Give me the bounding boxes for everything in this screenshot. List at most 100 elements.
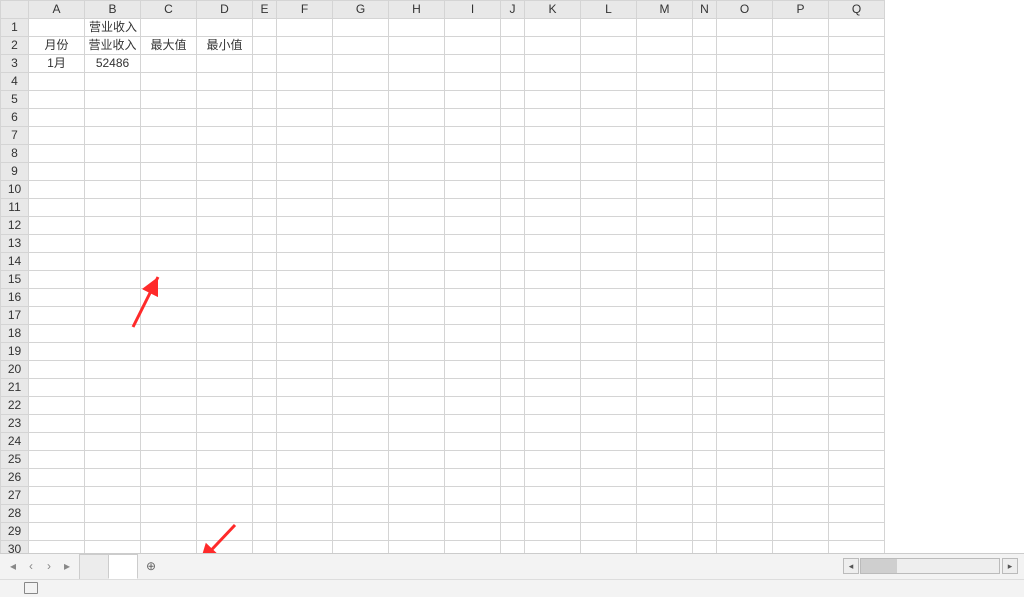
cell-L12[interactable] bbox=[581, 217, 637, 235]
cell-A13[interactable] bbox=[29, 235, 85, 253]
cell-F16[interactable] bbox=[277, 289, 333, 307]
cell-E19[interactable] bbox=[253, 343, 277, 361]
cell-G27[interactable] bbox=[333, 487, 389, 505]
cell-J25[interactable] bbox=[501, 451, 525, 469]
col-header-B[interactable]: B bbox=[85, 1, 141, 19]
cell-Q15[interactable] bbox=[829, 271, 885, 289]
cell-A3[interactable]: 1月 bbox=[29, 55, 85, 73]
cell-L5[interactable] bbox=[581, 91, 637, 109]
cell-G24[interactable] bbox=[333, 433, 389, 451]
cell-K28[interactable] bbox=[525, 505, 581, 523]
cell-D6[interactable] bbox=[197, 109, 253, 127]
cell-I10[interactable] bbox=[445, 181, 501, 199]
cell-E14[interactable] bbox=[253, 253, 277, 271]
col-header-I[interactable]: I bbox=[445, 1, 501, 19]
col-header-D[interactable]: D bbox=[197, 1, 253, 19]
row-header-18[interactable]: 18 bbox=[1, 325, 29, 343]
cell-F21[interactable] bbox=[277, 379, 333, 397]
cell-F5[interactable] bbox=[277, 91, 333, 109]
cell-C9[interactable] bbox=[141, 163, 197, 181]
cell-J13[interactable] bbox=[501, 235, 525, 253]
cell-M8[interactable] bbox=[637, 145, 693, 163]
cell-N17[interactable] bbox=[693, 307, 717, 325]
cell-N15[interactable] bbox=[693, 271, 717, 289]
cell-B15[interactable] bbox=[85, 271, 141, 289]
cell-C5[interactable] bbox=[141, 91, 197, 109]
cell-A30[interactable] bbox=[29, 541, 85, 553]
cell-C26[interactable] bbox=[141, 469, 197, 487]
cell-A16[interactable] bbox=[29, 289, 85, 307]
cell-O19[interactable] bbox=[717, 343, 773, 361]
cell-F24[interactable] bbox=[277, 433, 333, 451]
cell-A27[interactable] bbox=[29, 487, 85, 505]
cell-K18[interactable] bbox=[525, 325, 581, 343]
cell-D10[interactable] bbox=[197, 181, 253, 199]
cell-A2[interactable]: 月份 bbox=[29, 37, 85, 55]
cell-D21[interactable] bbox=[197, 379, 253, 397]
cell-J22[interactable] bbox=[501, 397, 525, 415]
row-header-7[interactable]: 7 bbox=[1, 127, 29, 145]
sheet-grid[interactable]: ABCDEFGHIJKLMNOPQ1营业收入2月份营业收入最大值最小值31月52… bbox=[0, 0, 1024, 553]
cell-B29[interactable] bbox=[85, 523, 141, 541]
cell-O8[interactable] bbox=[717, 145, 773, 163]
cell-A28[interactable] bbox=[29, 505, 85, 523]
cell-L25[interactable] bbox=[581, 451, 637, 469]
cell-F19[interactable] bbox=[277, 343, 333, 361]
cell-J14[interactable] bbox=[501, 253, 525, 271]
cell-B24[interactable] bbox=[85, 433, 141, 451]
cell-P26[interactable] bbox=[773, 469, 829, 487]
cell-A21[interactable] bbox=[29, 379, 85, 397]
cell-H10[interactable] bbox=[389, 181, 445, 199]
cell-C20[interactable] bbox=[141, 361, 197, 379]
cell-O28[interactable] bbox=[717, 505, 773, 523]
cell-L15[interactable] bbox=[581, 271, 637, 289]
cell-D25[interactable] bbox=[197, 451, 253, 469]
cell-G19[interactable] bbox=[333, 343, 389, 361]
cell-J27[interactable] bbox=[501, 487, 525, 505]
cell-C7[interactable] bbox=[141, 127, 197, 145]
cell-Q17[interactable] bbox=[829, 307, 885, 325]
cell-G25[interactable] bbox=[333, 451, 389, 469]
cell-D30[interactable] bbox=[197, 541, 253, 553]
cell-C19[interactable] bbox=[141, 343, 197, 361]
col-header-L[interactable]: L bbox=[581, 1, 637, 19]
cell-J7[interactable] bbox=[501, 127, 525, 145]
cell-Q28[interactable] bbox=[829, 505, 885, 523]
cell-H8[interactable] bbox=[389, 145, 445, 163]
cell-O26[interactable] bbox=[717, 469, 773, 487]
cell-C30[interactable] bbox=[141, 541, 197, 553]
cell-N25[interactable] bbox=[693, 451, 717, 469]
cell-B14[interactable] bbox=[85, 253, 141, 271]
cell-F14[interactable] bbox=[277, 253, 333, 271]
cell-E30[interactable] bbox=[253, 541, 277, 553]
cell-J23[interactable] bbox=[501, 415, 525, 433]
cell-L21[interactable] bbox=[581, 379, 637, 397]
cell-H18[interactable] bbox=[389, 325, 445, 343]
cell-L8[interactable] bbox=[581, 145, 637, 163]
cell-A18[interactable] bbox=[29, 325, 85, 343]
cell-P4[interactable] bbox=[773, 73, 829, 91]
cell-N4[interactable] bbox=[693, 73, 717, 91]
cell-H29[interactable] bbox=[389, 523, 445, 541]
cell-A26[interactable] bbox=[29, 469, 85, 487]
cell-M18[interactable] bbox=[637, 325, 693, 343]
cell-K24[interactable] bbox=[525, 433, 581, 451]
cell-K3[interactable] bbox=[525, 55, 581, 73]
cell-G29[interactable] bbox=[333, 523, 389, 541]
cell-K17[interactable] bbox=[525, 307, 581, 325]
cell-C23[interactable] bbox=[141, 415, 197, 433]
row-header-30[interactable]: 30 bbox=[1, 541, 29, 553]
cell-N9[interactable] bbox=[693, 163, 717, 181]
cell-P3[interactable] bbox=[773, 55, 829, 73]
cell-H22[interactable] bbox=[389, 397, 445, 415]
cell-K19[interactable] bbox=[525, 343, 581, 361]
cell-F4[interactable] bbox=[277, 73, 333, 91]
cell-K9[interactable] bbox=[525, 163, 581, 181]
cell-Q12[interactable] bbox=[829, 217, 885, 235]
cell-L13[interactable] bbox=[581, 235, 637, 253]
cell-Q6[interactable] bbox=[829, 109, 885, 127]
cell-I3[interactable] bbox=[445, 55, 501, 73]
cell-A25[interactable] bbox=[29, 451, 85, 469]
cell-B11[interactable] bbox=[85, 199, 141, 217]
cell-K10[interactable] bbox=[525, 181, 581, 199]
